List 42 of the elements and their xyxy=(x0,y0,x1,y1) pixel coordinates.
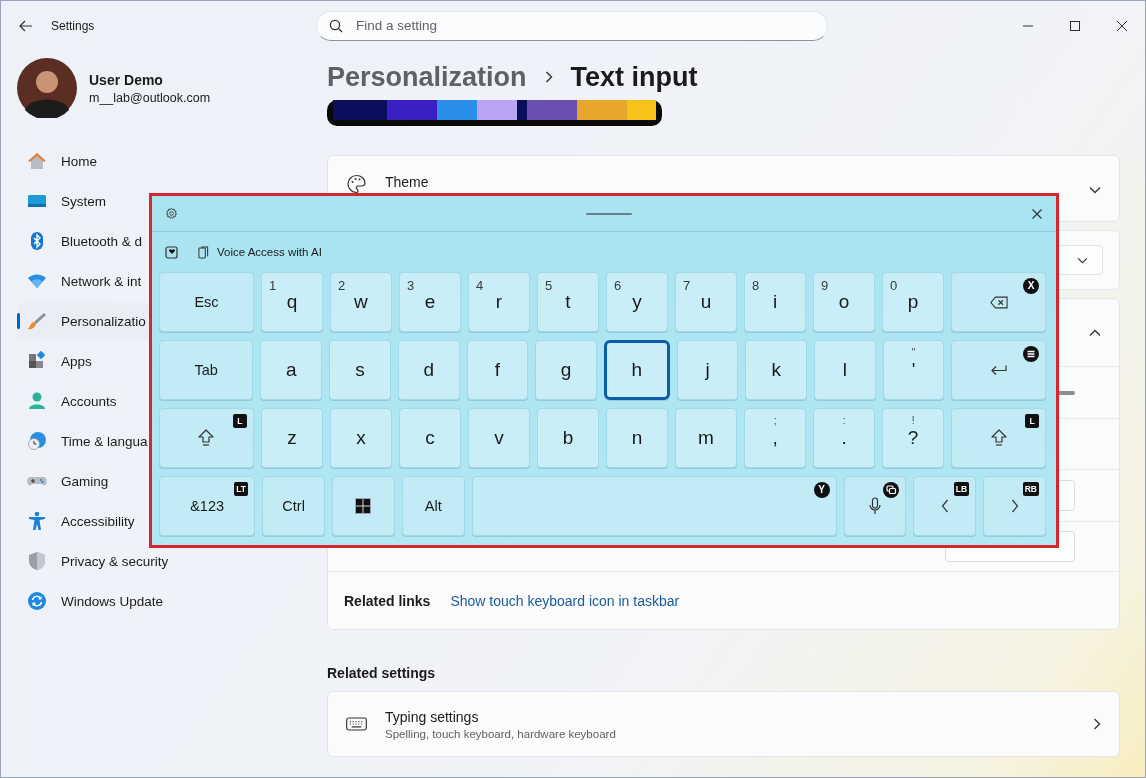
number-hint: 3 xyxy=(406,278,415,293)
symbol-hint: " xyxy=(910,347,917,358)
controller-badge: Y xyxy=(813,482,830,498)
number-hint: 2 xyxy=(337,278,346,293)
number-hint: 0 xyxy=(890,278,898,293)
number-hint: 8 xyxy=(752,278,760,293)
setting-description: Spelling, touch keyboard, hardware keyboard xyxy=(385,727,616,740)
nav-label: Windows Update xyxy=(61,593,164,609)
nav-label: System xyxy=(61,193,106,209)
symbol-hint: ! xyxy=(910,415,916,426)
controller-badge: L xyxy=(1025,414,1039,428)
nav-label: Accessibility xyxy=(61,513,135,529)
nav-label: Time & langua xyxy=(61,433,148,449)
number-hint: 9 xyxy=(821,278,829,293)
nav-label: Bluetooth & d xyxy=(61,233,143,249)
number-hint: 7 xyxy=(683,278,691,293)
user-email: m__lab@outlook.com xyxy=(89,90,211,105)
nav-label: Apps xyxy=(61,353,92,369)
controller-badge: L xyxy=(232,414,247,428)
related-links-label: Related links xyxy=(344,592,431,609)
nav-label: Home xyxy=(61,153,97,169)
window-title: Settings xyxy=(51,18,95,33)
nav-label: Personalizatio xyxy=(61,313,146,329)
number-hint: 6 xyxy=(614,278,622,293)
controller-badge: RB xyxy=(1022,482,1039,496)
number-hint: 5 xyxy=(545,278,553,293)
page-title: Text input xyxy=(570,61,698,93)
symbol-hint: : xyxy=(841,415,847,426)
user-name: User Demo xyxy=(89,71,164,88)
controller-badge: X xyxy=(1023,278,1039,294)
symbol-hint: ; xyxy=(772,415,778,426)
number-hint: 1 xyxy=(268,278,277,293)
setting-label: Theme xyxy=(385,174,429,190)
nav-label: Accounts xyxy=(61,393,117,409)
setting-title: Typing settings xyxy=(385,708,480,725)
controller-badge: LB xyxy=(953,482,970,496)
section-heading: Related settings xyxy=(327,665,437,681)
nav-label: Gaming xyxy=(61,473,109,489)
nav-label: Network & int xyxy=(61,273,142,289)
controller-badge: LT xyxy=(234,482,249,496)
nav-label: Privacy & security xyxy=(61,553,169,569)
number-hint: 4 xyxy=(475,278,484,293)
